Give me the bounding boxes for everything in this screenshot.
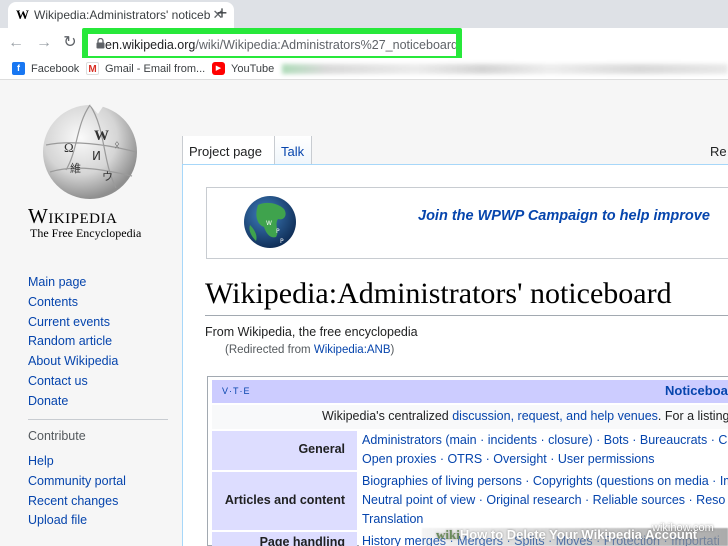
redirect-suffix: )	[390, 344, 395, 356]
navbox-line[interactable]: Neutral point of view · Original researc…	[362, 491, 728, 510]
svg-text:P: P	[276, 228, 280, 235]
sidebar-item-random-article[interactable]: Random article	[28, 334, 118, 354]
navbox-list-general: Administrators (main · incidents · closu…	[359, 431, 728, 470]
wordmark-text: Wikipedia	[28, 204, 118, 228]
contribute-navigation: Help Community portal Recent changes Upl…	[28, 454, 126, 533]
svg-text:И: И	[92, 149, 101, 163]
sidebar-item-about-wikipedia[interactable]: About Wikipedia	[28, 354, 118, 374]
navbox-intro-suffix: . For a listing	[657, 409, 728, 423]
bookmarks-bar: f Facebook M Gmail - Email from... ▶ You…	[0, 58, 728, 80]
navbox-group-general: General	[212, 431, 357, 470]
page-title: Wikipedia:Administrators' noticeboard	[205, 277, 672, 310]
navbox-line[interactable]: Biographies of living persons · Copyrigh…	[362, 472, 728, 491]
new-tab-button[interactable]: +	[212, 3, 232, 23]
tab-strip: W Wikipedia:Administrators' noticeboard …	[0, 0, 728, 28]
lock-icon	[96, 37, 105, 52]
sidebar-navigation: Main page Contents Current events Random…	[28, 275, 118, 414]
tab-project-page[interactable]: Project page	[182, 136, 274, 164]
bookmark-gmail[interactable]: M Gmail - Email from...	[86, 62, 205, 75]
navbox-line[interactable]: Open proxies · OTRS · Oversight · User p…	[362, 450, 728, 469]
sidebar-item-main-page[interactable]: Main page	[28, 275, 118, 295]
wikihow-site: wikihow.com	[652, 522, 714, 534]
navbox-title-bar	[212, 380, 728, 403]
navbox-intro-prefix: Wikipedia's centralized	[322, 409, 453, 423]
bookmark-label: Gmail - Email from...	[105, 62, 206, 75]
wikipedia-tagline: The Free Encyclopedia	[30, 226, 142, 240]
redirect-link[interactable]: Wikipedia:ANB	[314, 344, 391, 356]
sidebar-divider	[28, 419, 168, 420]
gmail-icon: M	[86, 62, 99, 75]
url-host: en.wikipedia.org	[105, 38, 196, 52]
sidebar-item-upload-file[interactable]: Upload file	[28, 513, 126, 533]
browser-tab[interactable]: W Wikipedia:Administrators' noticeboard …	[8, 2, 234, 28]
navbox-intro: Wikipedia's centralized discussion, requ…	[212, 405, 728, 429]
sidebar-item-help[interactable]: Help	[28, 454, 126, 474]
redirect-prefix: (Redirected from	[225, 344, 314, 356]
svg-text:W: W	[266, 220, 272, 227]
forward-arrow-icon[interactable]: →	[34, 33, 54, 53]
facebook-icon: f	[12, 62, 25, 75]
navbox-group-articles: Articles and content	[212, 472, 357, 530]
contribute-heading: Contribute	[28, 429, 86, 443]
tab-read[interactable]: Re	[704, 136, 728, 164]
svg-text:Ω: Ω	[64, 140, 74, 155]
navbox-group-page-handling: Page handling	[212, 532, 357, 546]
svg-text:W: W	[94, 128, 109, 144]
tab-title: Wikipedia:Administrators' noticeboard	[34, 8, 210, 22]
campaign-banner-text[interactable]: Join the WPWP Campaign to help improve	[418, 208, 710, 224]
bookmark-label: YouTube	[231, 62, 275, 75]
sidebar-item-contents[interactable]: Contents	[28, 295, 118, 315]
reload-icon[interactable]: ↻	[60, 33, 80, 53]
svg-text:維: 維	[70, 162, 81, 175]
sidebar-item-donate[interactable]: Donate	[28, 394, 118, 414]
navbox-vte-links[interactable]: V·T·E	[222, 386, 251, 396]
youtube-icon: ▶	[212, 62, 225, 75]
bookmark-label: Facebook	[31, 62, 80, 75]
url-path: /wiki/Wikipedia:Administrators%27_notice…	[195, 38, 458, 52]
navbox-intro-link[interactable]: discussion, request, and help venues	[452, 409, 658, 423]
page-subtitle: From Wikipedia, the free encyclopedia	[205, 325, 418, 339]
sidebar-item-recent-changes[interactable]: Recent changes	[28, 494, 126, 514]
svg-text:ᛟ: ᛟ	[114, 140, 120, 151]
navbox-line[interactable]: Administrators (main · incidents · closu…	[362, 431, 728, 450]
navbox-heading[interactable]: Noticeboa	[665, 383, 728, 398]
blurred-bookmarks	[282, 64, 728, 74]
address-bar[interactable]: en.wikipedia.org/wiki/Wikipedia:Administ…	[82, 28, 462, 62]
bookmark-youtube[interactable]: ▶ YouTube	[212, 62, 274, 75]
svg-text:ウ: ウ	[102, 170, 113, 183]
sidebar-item-community-portal[interactable]: Community portal	[28, 474, 126, 494]
svg-text:P: P	[280, 238, 284, 245]
globe-map-icon: W P P	[244, 196, 296, 248]
wikipedia-favicon-icon: W	[16, 7, 29, 22]
wikihow-wiki: wiki	[436, 527, 460, 542]
redirect-notice: (Redirected from Wikipedia:ANB)	[225, 344, 394, 356]
back-arrow-icon[interactable]: ←	[6, 33, 26, 53]
wikipedia-globe-logo[interactable]: W Ω И 維 ウ ᛟ	[36, 100, 144, 200]
bookmark-facebook[interactable]: f Facebook	[12, 62, 79, 75]
title-divider	[205, 315, 728, 316]
sidebar-item-current-events[interactable]: Current events	[28, 315, 118, 335]
sidebar-item-contact-us[interactable]: Contact us	[28, 374, 118, 394]
tab-talk[interactable]: Talk	[274, 136, 312, 164]
